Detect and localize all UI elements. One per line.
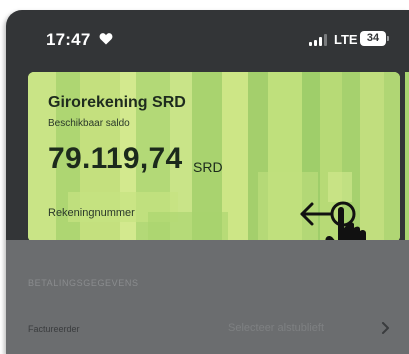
balance-amount: 79.119,74 bbox=[48, 142, 183, 175]
network-type: LTE bbox=[334, 32, 358, 47]
biller-value: Selecteer alstublieft bbox=[228, 322, 324, 334]
account-title: Girorekening SRD bbox=[48, 94, 186, 111]
balance-label: Beschikbaar saldo bbox=[48, 118, 130, 129]
heart-icon bbox=[99, 33, 113, 45]
status-bar: 17:47 LTE 34 bbox=[6, 10, 409, 62]
payment-form: BETALINGSGEGEVENS Factureerder Selecteer… bbox=[6, 240, 409, 354]
phone-screen: 17:47 LTE 34 Girorekening SRD Beschikbaa… bbox=[6, 10, 409, 354]
chevron-right-icon bbox=[382, 322, 389, 334]
account-number-label: Rekeningnummer bbox=[48, 207, 135, 219]
battery-tip bbox=[387, 36, 389, 41]
battery-icon: 34 bbox=[360, 31, 386, 46]
signal-strength-icon bbox=[309, 34, 329, 46]
balance-currency: SRD bbox=[193, 159, 223, 175]
next-card-peek[interactable] bbox=[405, 72, 409, 242]
biller-row[interactable]: Factureerder Selecteer alstublieft bbox=[6, 312, 409, 352]
battery-level: 34 bbox=[366, 32, 380, 44]
status-time: 17:47 bbox=[46, 30, 91, 49]
biller-label: Factureerder bbox=[28, 324, 80, 334]
section-header: BETALINGSGEGEVENS bbox=[28, 278, 139, 288]
